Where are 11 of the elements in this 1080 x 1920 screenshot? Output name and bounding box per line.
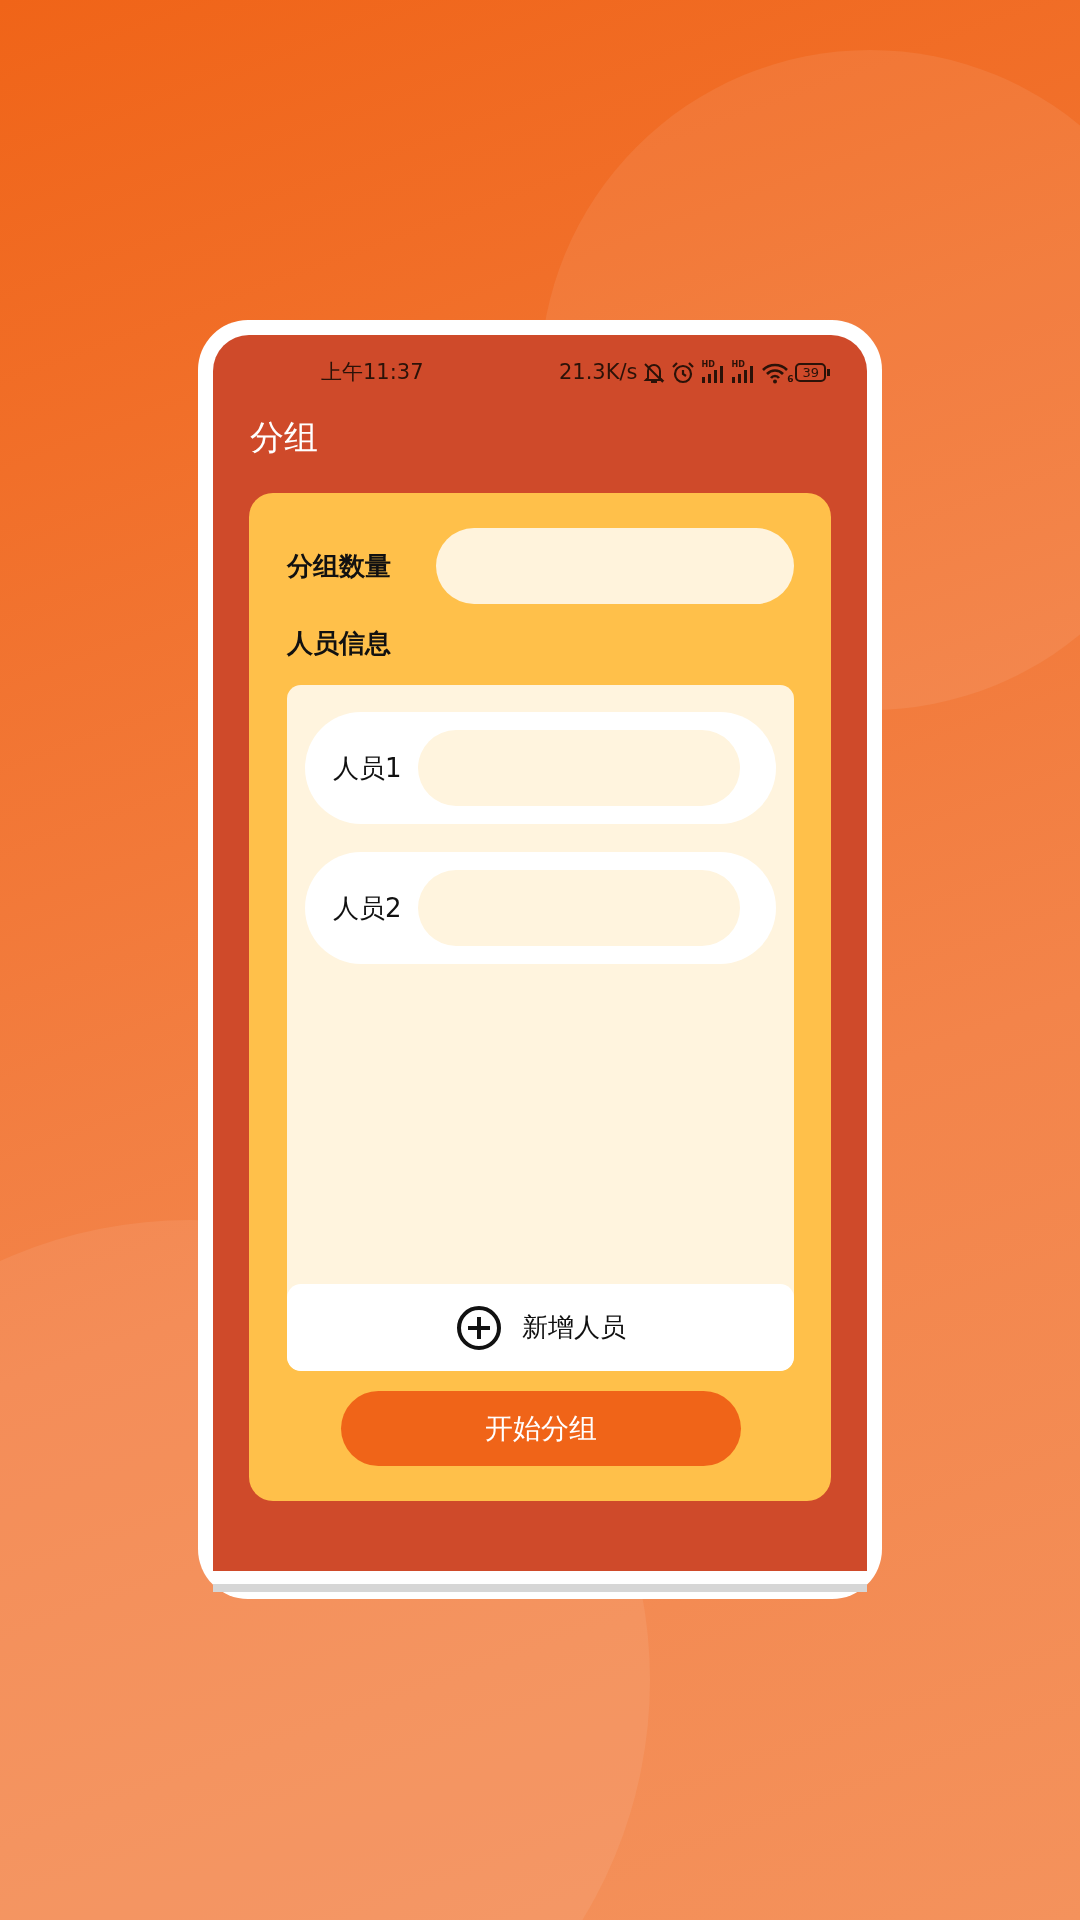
member-label: 人员1 bbox=[333, 751, 402, 785]
section-title: 人员信息 bbox=[287, 627, 392, 660]
bell-muted-icon bbox=[643, 360, 666, 385]
add-member-button[interactable]: 新增人员 bbox=[287, 1284, 794, 1371]
network-speed: 21.3K/s bbox=[558, 358, 638, 386]
plus-circle-icon bbox=[455, 1304, 502, 1351]
status-time: 上午11:37 bbox=[321, 358, 424, 386]
member-label: 人员2 bbox=[333, 891, 402, 925]
app-title: 分组 bbox=[249, 416, 319, 459]
field-label: 分组数量 bbox=[287, 549, 391, 583]
alarm-clock-icon bbox=[671, 360, 696, 385]
